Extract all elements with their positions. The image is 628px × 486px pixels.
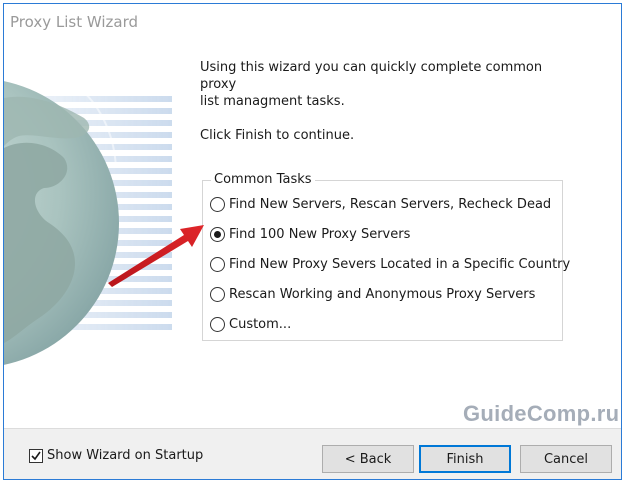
back-button-label: < Back [344,451,392,467]
task-option-find-rescan-recheck[interactable]: Find New Servers, Rescan Servers, Rechec… [210,194,551,214]
wizard-footer: Show Wizard on Startup < Back Finish Can… [4,428,621,479]
task-option-label: Find New Proxy Severs Located in a Speci… [229,256,571,272]
annotation-arrow-icon [108,225,204,287]
show-wizard-checkbox-row[interactable]: Show Wizard on Startup [29,448,203,463]
common-tasks-legend: Common Tasks [211,172,315,187]
radio-button[interactable] [210,256,225,272]
window-title: Proxy List Wizard [10,13,139,31]
task-option-label: Custom... [229,316,292,332]
title-bar[interactable]: Proxy List Wizard [4,4,621,38]
intro-description: Using this wizard you can quickly comple… [200,59,580,110]
cancel-button-label: Cancel [543,451,589,467]
task-option-custom[interactable]: Custom... [210,314,291,334]
task-option-find-specific-country[interactable]: Find New Proxy Severs Located in a Speci… [210,254,570,274]
common-tasks-group: Common Tasks Find New Servers, Rescan Se… [202,172,570,341]
watermark-text: GuideComp.ru [463,401,620,426]
task-option-label: Find New Servers, Rescan Servers, Rechec… [229,196,552,212]
task-option-label: Rescan Working and Anonymous Proxy Serve… [229,286,536,302]
show-wizard-label: Show Wizard on Startup [47,448,204,463]
finish-button-label: Finish [446,451,484,467]
checkmark-icon [31,451,41,460]
task-option-rescan-working-anonymous[interactable]: Rescan Working and Anonymous Proxy Serve… [210,284,535,304]
intro-line-1: Using this wizard you can quickly comple… [200,60,543,92]
finish-hint: Click Finish to continue. [200,128,355,143]
show-wizard-checkbox[interactable] [29,448,43,463]
cancel-button[interactable]: Cancel [520,445,612,473]
radio-button[interactable] [210,196,225,212]
task-option-label: Find 100 New Proxy Servers [229,226,411,242]
intro-line-2: list managment tasks. [200,94,345,109]
radio-button[interactable] [210,316,225,332]
back-button[interactable]: < Back [322,445,414,473]
finish-button[interactable]: Finish [419,445,511,473]
radio-button[interactable] [210,286,225,302]
intro-text-block: Using this wizard you can quickly comple… [200,59,580,144]
radio-button-selected[interactable] [210,226,225,242]
task-option-find-100-new[interactable]: Find 100 New Proxy Servers [210,224,410,244]
proxy-list-wizard-window: Proxy List Wizard Using this wizard you … [3,3,622,480]
